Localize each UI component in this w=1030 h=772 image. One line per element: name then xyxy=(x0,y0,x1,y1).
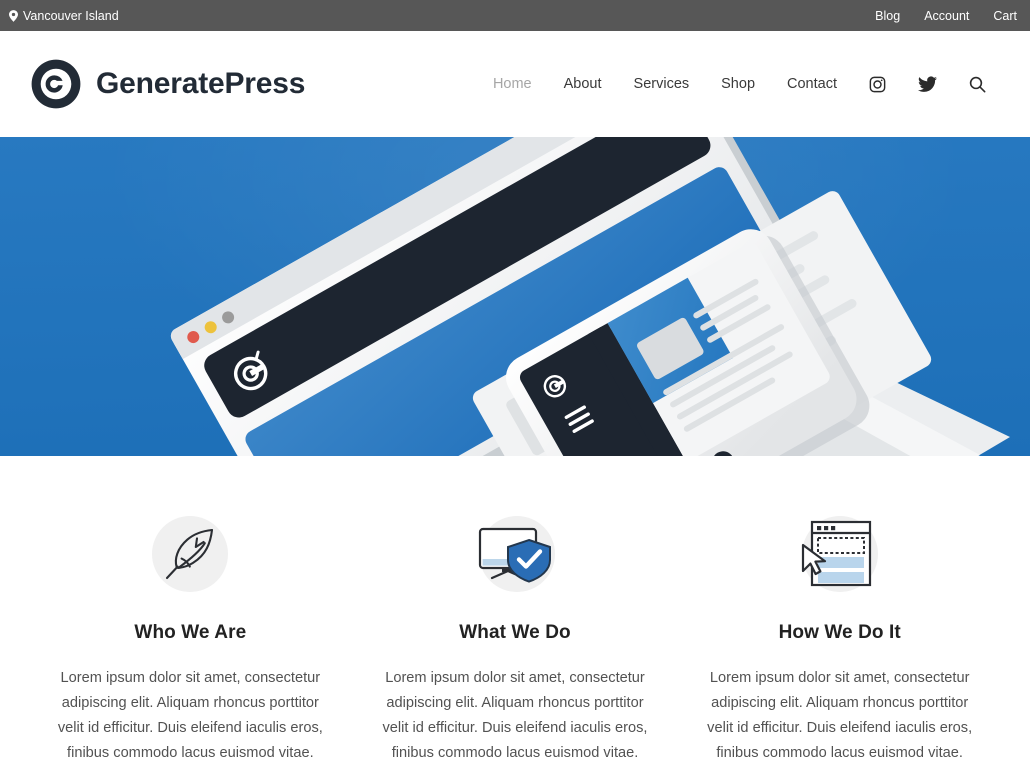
site-logo-link[interactable]: GeneratePress xyxy=(30,58,305,110)
page-builder-cursor-icon xyxy=(695,502,984,606)
instagram-icon[interactable] xyxy=(853,31,902,137)
nav-item-contact[interactable]: Contact xyxy=(771,31,853,137)
top-bar: Vancouver Island Blog Account Cart xyxy=(0,0,1030,31)
feature-title: Who We Are xyxy=(134,622,247,643)
topbar-link-cart[interactable]: Cart xyxy=(993,9,1017,23)
feature-who-we-are: Who We Are Lorem ipsum dolor sit amet, c… xyxy=(28,502,353,766)
top-bar-links: Blog Account Cart xyxy=(875,9,1017,23)
hero-illustration xyxy=(170,137,1010,456)
twitter-icon[interactable] xyxy=(902,31,953,137)
feature-description: Lorem ipsum dolor sit amet, consectetur … xyxy=(57,670,323,762)
feather-quill-icon xyxy=(46,502,335,606)
primary-navigation: Home About Services Shop Contact xyxy=(477,31,1002,137)
feature-description: Lorem ipsum dolor sit amet, consectetur … xyxy=(382,670,648,762)
nav-item-about[interactable]: About xyxy=(548,31,618,137)
feature-title: What We Do xyxy=(459,622,571,643)
site-header: GeneratePress Home About Services Shop C… xyxy=(0,31,1030,137)
generatepress-logo-icon xyxy=(30,58,82,110)
map-pin-icon xyxy=(9,9,18,22)
nav-item-home[interactable]: Home xyxy=(477,31,548,137)
hero-section xyxy=(0,137,1030,456)
feature-what-we-do: What We Do Lorem ipsum dolor sit amet, c… xyxy=(353,502,678,766)
monitor-shield-icon xyxy=(371,502,660,606)
nav-item-shop[interactable]: Shop xyxy=(705,31,771,137)
site-title: GeneratePress xyxy=(96,67,306,100)
topbar-link-account[interactable]: Account xyxy=(924,9,969,23)
location-indicator: Vancouver Island xyxy=(9,9,119,23)
location-label: Vancouver Island xyxy=(23,8,119,23)
search-icon[interactable] xyxy=(953,31,1002,137)
features-section: Who We Are Lorem ipsum dolor sit amet, c… xyxy=(0,456,1030,767)
feature-title: How We Do It xyxy=(778,622,901,643)
feature-how-we-do-it: How We Do It Lorem ipsum dolor sit amet,… xyxy=(677,502,1002,766)
feature-description: Lorem ipsum dolor sit amet, consectetur … xyxy=(707,670,973,762)
nav-item-services[interactable]: Services xyxy=(618,31,706,137)
topbar-link-blog[interactable]: Blog xyxy=(875,9,900,23)
